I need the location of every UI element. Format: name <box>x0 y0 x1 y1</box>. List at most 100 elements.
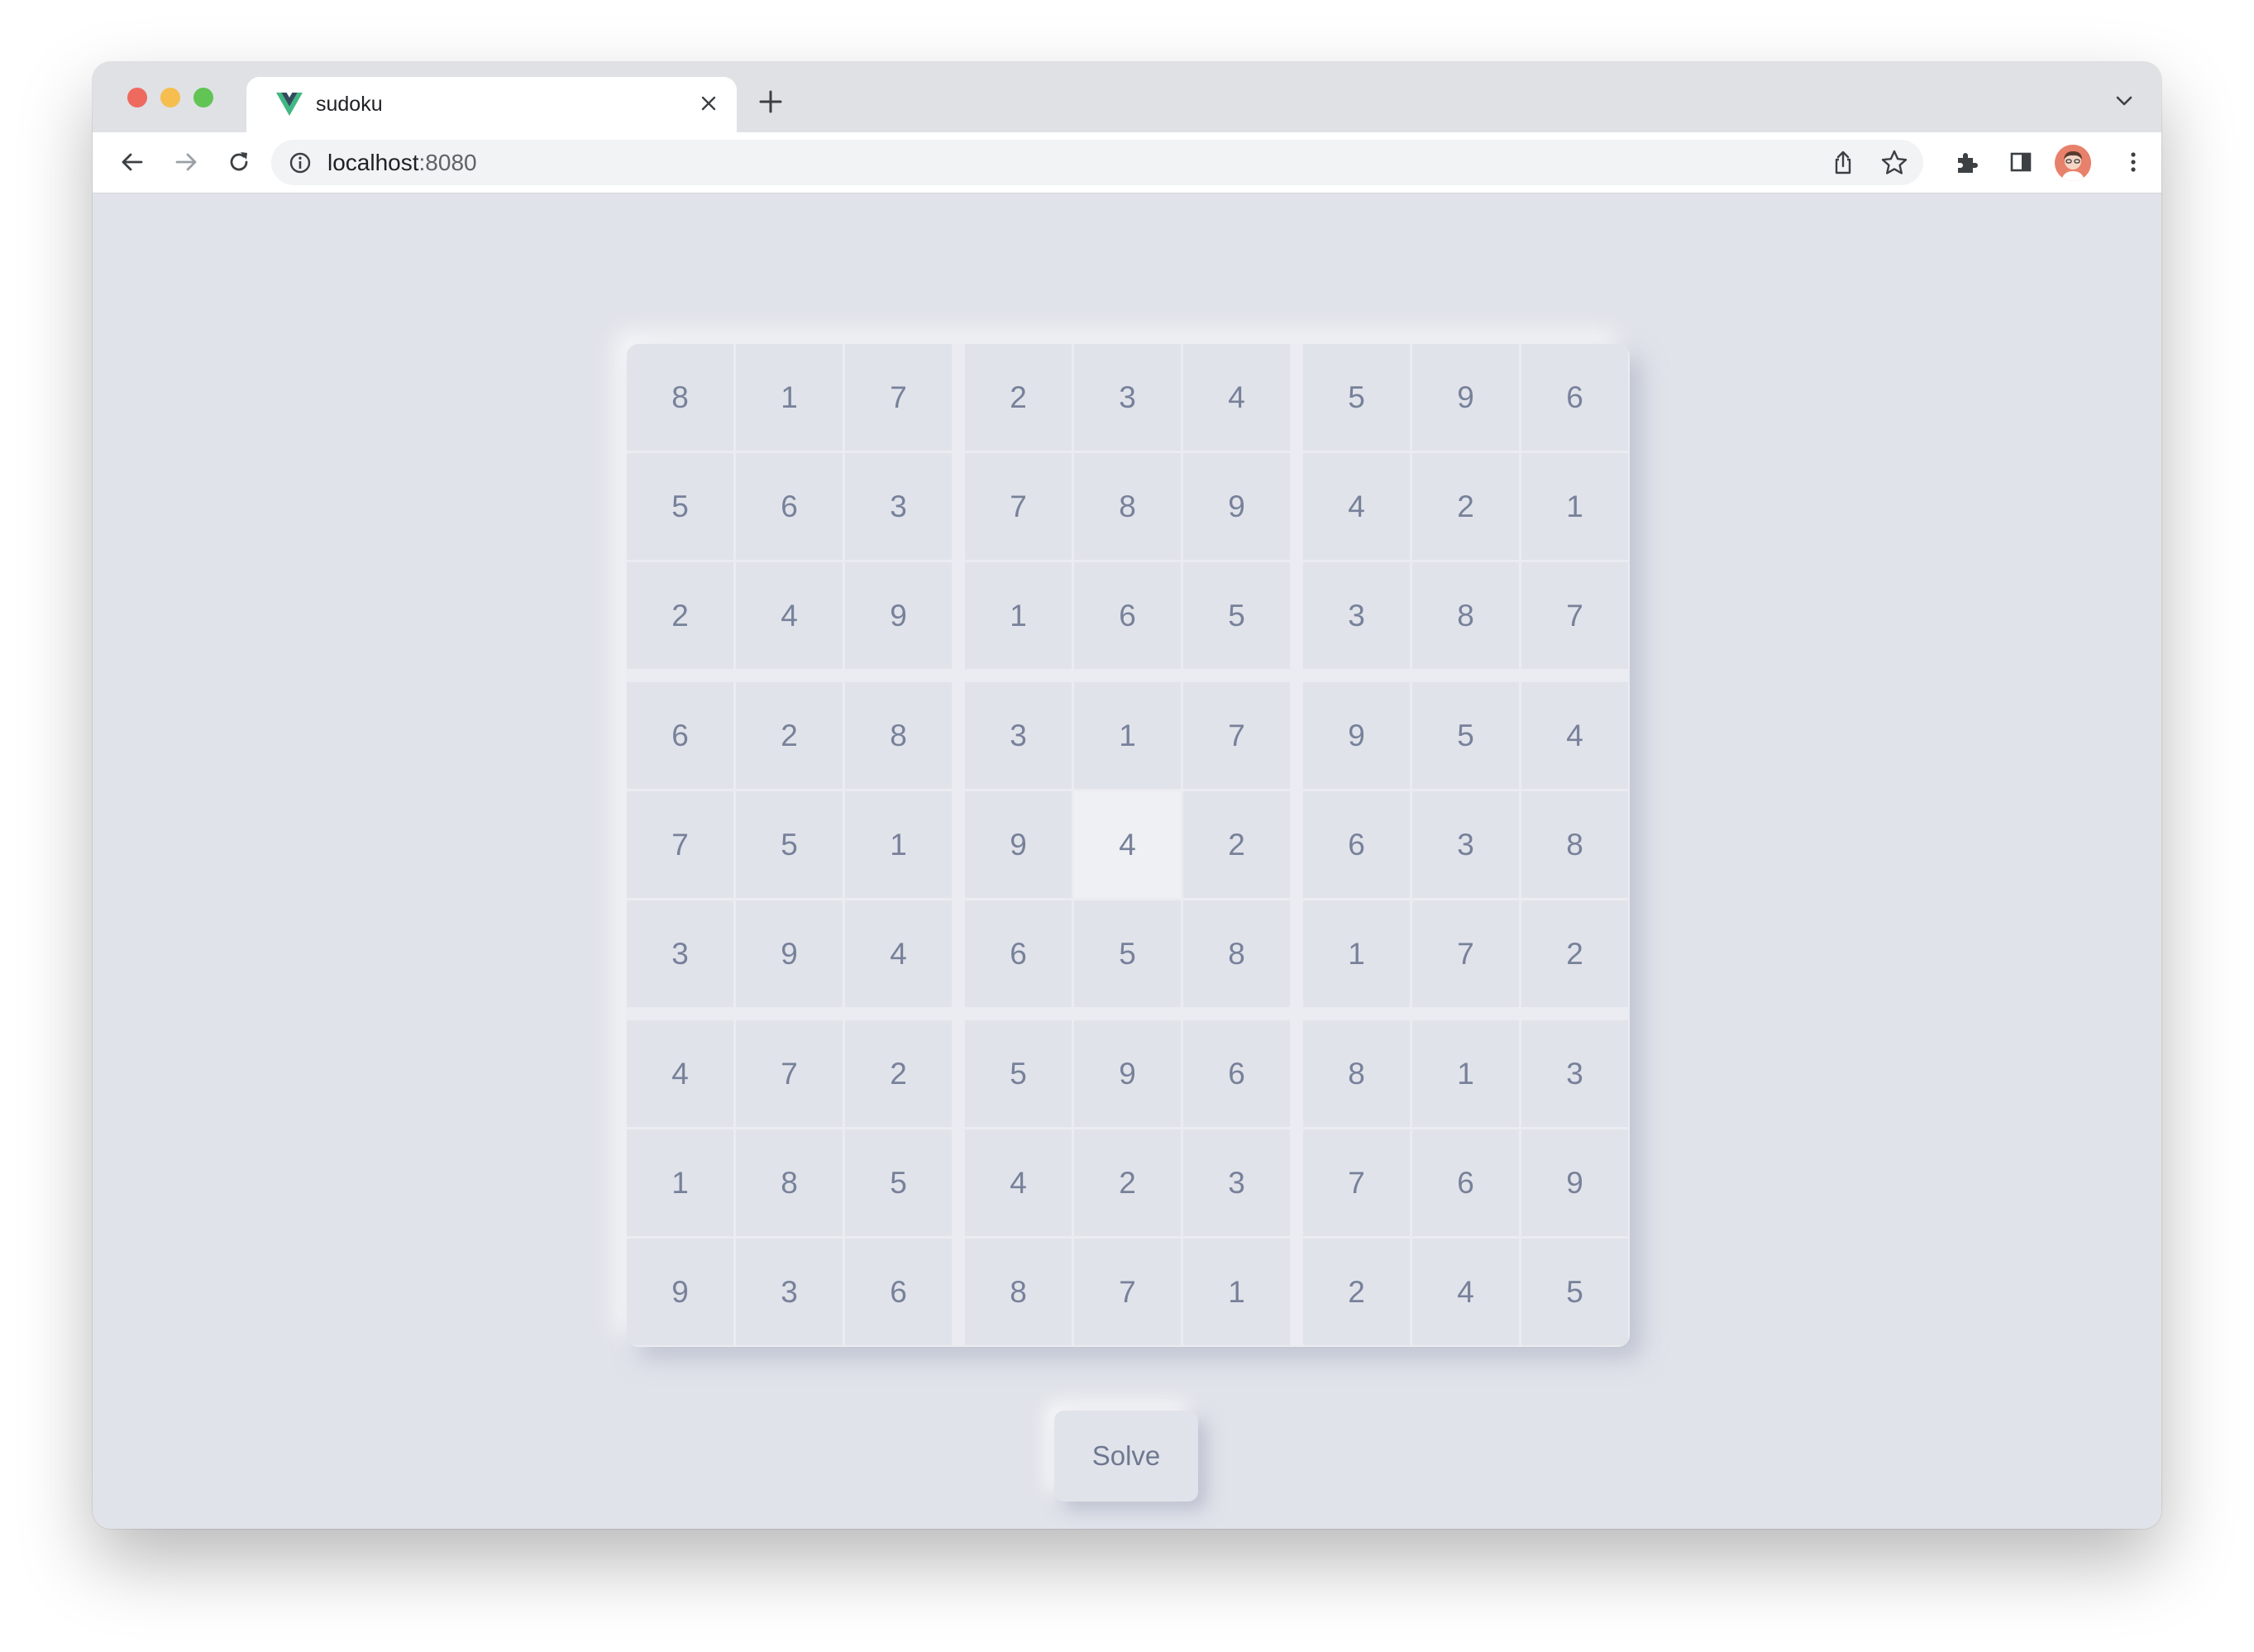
maximize-window-button[interactable] <box>193 88 213 107</box>
sudoku-cell-r1-c7[interactable]: 5 <box>1303 344 1410 451</box>
sudoku-cell-r6-c4[interactable]: 6 <box>965 900 1072 1007</box>
sudoku-cell-r6-c5[interactable]: 5 <box>1074 900 1181 1007</box>
sudoku-cell-r3-c2[interactable]: 4 <box>736 562 843 669</box>
tab-close-icon[interactable] <box>694 88 723 118</box>
sudoku-cell-r8-c4[interactable]: 4 <box>965 1129 1072 1236</box>
sudoku-cell-r8-c9[interactable]: 9 <box>1521 1129 1628 1236</box>
sudoku-cell-r7-c3[interactable]: 2 <box>845 1020 952 1127</box>
sudoku-cell-r3-c3[interactable]: 9 <box>845 562 952 669</box>
sudoku-cell-r9-c1[interactable]: 9 <box>627 1239 733 1345</box>
sudoku-cell-r2-c3[interactable]: 3 <box>845 453 952 560</box>
sudoku-cell-r4-c4[interactable]: 3 <box>965 682 1072 789</box>
sudoku-cell-r6-c9[interactable]: 2 <box>1521 900 1628 1007</box>
sudoku-cell-r9-c8[interactable]: 4 <box>1412 1239 1519 1345</box>
sudoku-cell-r6-c1[interactable]: 3 <box>627 900 733 1007</box>
minimize-window-button[interactable] <box>160 88 180 107</box>
sudoku-cell-r2-c4[interactable]: 7 <box>965 453 1072 560</box>
sudoku-cell-r1-c5[interactable]: 3 <box>1074 344 1181 451</box>
sudoku-cell-r1-c1[interactable]: 8 <box>627 344 733 451</box>
sudoku-cell-r8-c8[interactable]: 6 <box>1412 1129 1519 1236</box>
sudoku-cell-r7-c4[interactable]: 5 <box>965 1020 1072 1127</box>
sudoku-cell-r1-c6[interactable]: 4 <box>1183 344 1290 451</box>
sudoku-cell-r9-c5[interactable]: 7 <box>1074 1239 1181 1345</box>
sudoku-cell-r4-c6[interactable]: 7 <box>1183 682 1290 789</box>
sudoku-cell-r8-c5[interactable]: 2 <box>1074 1129 1181 1236</box>
sudoku-cell-r9-c4[interactable]: 8 <box>965 1239 1072 1345</box>
back-arrow-icon[interactable] <box>114 144 150 180</box>
reload-icon[interactable] <box>221 144 257 180</box>
star-icon[interactable] <box>1880 149 1908 177</box>
sudoku-cell-r1-c3[interactable]: 7 <box>845 344 952 451</box>
sudoku-cell-r6-c2[interactable]: 9 <box>736 900 843 1007</box>
solve-button[interactable]: Solve <box>1054 1411 1198 1502</box>
sudoku-cell-r3-c6[interactable]: 5 <box>1183 562 1290 669</box>
sudoku-cell-r3-c9[interactable]: 7 <box>1521 562 1628 669</box>
sudoku-cell-r5-c3[interactable]: 1 <box>845 791 952 898</box>
sudoku-cell-r7-c5[interactable]: 9 <box>1074 1020 1181 1127</box>
sudoku-cell-r5-c4[interactable]: 9 <box>965 791 1072 898</box>
share-icon[interactable] <box>1829 149 1857 177</box>
new-tab-icon[interactable] <box>754 85 787 118</box>
sudoku-cell-r8-c1[interactable]: 1 <box>627 1129 733 1236</box>
sudoku-cell-r7-c6[interactable]: 6 <box>1183 1020 1290 1127</box>
sudoku-cell-r8-c3[interactable]: 5 <box>845 1129 952 1236</box>
sudoku-cell-r3-c7[interactable]: 3 <box>1303 562 1410 669</box>
address-bar[interactable]: localhost:8080 <box>271 140 1923 185</box>
info-icon[interactable] <box>288 150 313 175</box>
sudoku-cell-r5-c8[interactable]: 3 <box>1412 791 1519 898</box>
sudoku-cell-r2-c5[interactable]: 8 <box>1074 453 1181 560</box>
sudoku-cell-r7-c7[interactable]: 8 <box>1303 1020 1410 1127</box>
sudoku-cell-r9-c7[interactable]: 2 <box>1303 1239 1410 1345</box>
sudoku-cell-r6-c6[interactable]: 8 <box>1183 900 1290 1007</box>
url-text[interactable]: localhost:8080 <box>327 150 477 176</box>
sudoku-cell-r2-c6[interactable]: 9 <box>1183 453 1290 560</box>
sudoku-cell-r1-c8[interactable]: 9 <box>1412 344 1519 451</box>
sudoku-cell-r7-c1[interactable]: 4 <box>627 1020 733 1127</box>
sudoku-cell-r9-c6[interactable]: 1 <box>1183 1239 1290 1345</box>
close-window-button[interactable] <box>127 88 147 107</box>
sudoku-cell-r5-c2[interactable]: 5 <box>736 791 843 898</box>
sudoku-cell-r1-c4[interactable]: 2 <box>965 344 1072 451</box>
side-panel-icon[interactable] <box>2003 144 2039 180</box>
sudoku-cell-r5-c9[interactable]: 8 <box>1521 791 1628 898</box>
sudoku-cell-r7-c8[interactable]: 1 <box>1412 1020 1519 1127</box>
sudoku-cell-r2-c1[interactable]: 5 <box>627 453 733 560</box>
sudoku-cell-r9-c9[interactable]: 5 <box>1521 1239 1628 1345</box>
sudoku-cell-r4-c8[interactable]: 5 <box>1412 682 1519 789</box>
chevron-down-icon[interactable] <box>2112 88 2137 113</box>
sudoku-cell-r4-c2[interactable]: 2 <box>736 682 843 789</box>
sudoku-cell-r8-c6[interactable]: 3 <box>1183 1129 1290 1236</box>
sudoku-cell-r3-c8[interactable]: 8 <box>1412 562 1519 669</box>
sudoku-cell-r5-c6[interactable]: 2 <box>1183 791 1290 898</box>
sudoku-cell-r3-c4[interactable]: 1 <box>965 562 1072 669</box>
sudoku-cell-r7-c2[interactable]: 7 <box>736 1020 843 1127</box>
puzzle-icon[interactable] <box>1949 144 1985 180</box>
sudoku-cell-r4-c3[interactable]: 8 <box>845 682 952 789</box>
sudoku-cell-r2-c2[interactable]: 6 <box>736 453 843 560</box>
tab-sudoku[interactable]: sudoku <box>246 77 737 132</box>
sudoku-cell-r2-c9[interactable]: 1 <box>1521 453 1628 560</box>
forward-arrow-icon[interactable] <box>168 144 204 180</box>
sudoku-cell-r6-c8[interactable]: 7 <box>1412 900 1519 1007</box>
sudoku-cell-r4-c9[interactable]: 4 <box>1521 682 1628 789</box>
sudoku-cell-r6-c7[interactable]: 1 <box>1303 900 1410 1007</box>
sudoku-cell-r6-c3[interactable]: 4 <box>845 900 952 1007</box>
sudoku-cell-r8-c2[interactable]: 8 <box>736 1129 843 1236</box>
sudoku-cell-r2-c8[interactable]: 2 <box>1412 453 1519 560</box>
sudoku-cell-r8-c7[interactable]: 7 <box>1303 1129 1410 1236</box>
sudoku-cell-r1-c9[interactable]: 6 <box>1521 344 1628 451</box>
avatar[interactable] <box>2055 145 2091 181</box>
sudoku-cell-r3-c5[interactable]: 6 <box>1074 562 1181 669</box>
sudoku-cell-r7-c9[interactable]: 3 <box>1521 1020 1628 1127</box>
sudoku-cell-r9-c3[interactable]: 6 <box>845 1239 952 1345</box>
sudoku-cell-r3-c1[interactable]: 2 <box>627 562 733 669</box>
sudoku-cell-r4-c1[interactable]: 6 <box>627 682 733 789</box>
sudoku-cell-r5-c5[interactable]: 4 <box>1074 791 1181 898</box>
sudoku-cell-r5-c7[interactable]: 6 <box>1303 791 1410 898</box>
kebab-menu-icon[interactable] <box>2115 144 2151 180</box>
sudoku-cell-r4-c7[interactable]: 9 <box>1303 682 1410 789</box>
sudoku-cell-r2-c7[interactable]: 4 <box>1303 453 1410 560</box>
sudoku-cell-r9-c2[interactable]: 3 <box>736 1239 843 1345</box>
sudoku-cell-r5-c1[interactable]: 7 <box>627 791 733 898</box>
sudoku-cell-r4-c5[interactable]: 1 <box>1074 682 1181 789</box>
